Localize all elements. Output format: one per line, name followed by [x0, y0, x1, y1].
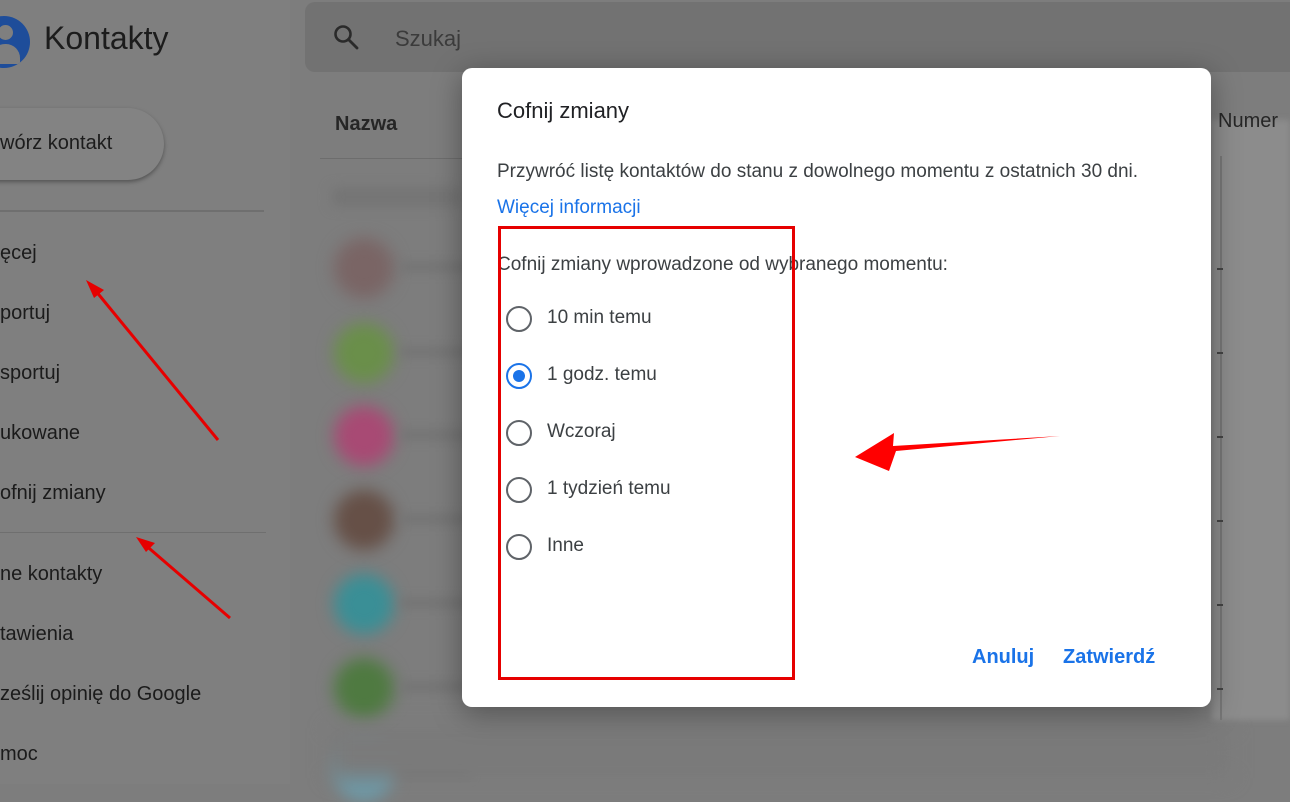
annotation-arrow-icon: [86, 280, 220, 441]
annotation-arrow-icon: [855, 433, 1060, 471]
annotation-arrows: [86, 280, 1060, 620]
annotation-arrow-icon: [136, 537, 231, 620]
